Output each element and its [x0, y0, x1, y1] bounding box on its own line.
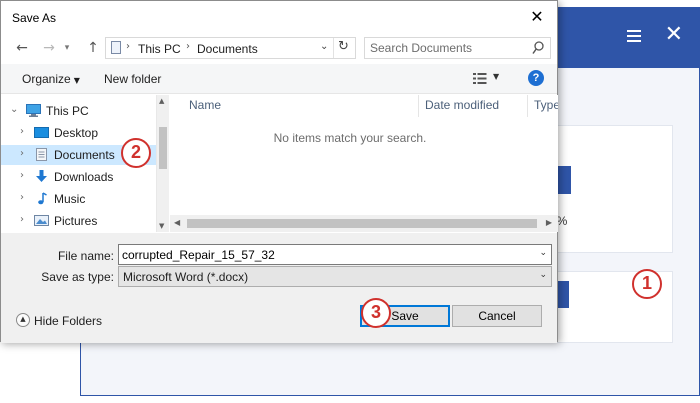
recent-locations-chevron-icon[interactable]: ▾ [60, 38, 74, 58]
cancel-button[interactable]: Cancel [452, 305, 542, 327]
chevron-right-icon[interactable]: › [20, 126, 24, 137]
organize-button[interactable]: Organize ▼ [22, 72, 80, 86]
search-box[interactable] [364, 37, 551, 59]
scrollbar-thumb[interactable] [159, 127, 167, 169]
view-options-icon[interactable] [473, 73, 487, 84]
scroll-right-icon[interactable]: ▶ [546, 218, 552, 227]
scroll-down-icon[interactable]: ▼ [159, 222, 164, 230]
documents-location-icon [111, 41, 121, 54]
step-marker-3: 3 [361, 298, 391, 328]
tree-item-label: Music [54, 192, 86, 206]
file-list-pane: ^ Name Date modified Type No items match… [170, 95, 558, 232]
column-headers: ^ Name Date modified Type [170, 95, 558, 117]
column-header-date-modified[interactable]: Date modified [425, 98, 499, 112]
breadcrumb-this-pc[interactable]: This PC [138, 42, 181, 56]
tree-item-label: Desktop [54, 126, 99, 140]
save-as-dialog: Save As ✕ ← → ▾ ↑ › This PC › Documents … [0, 0, 558, 343]
organize-label: Organize [22, 72, 71, 86]
tree-item-label: Downloads [54, 170, 114, 184]
chevron-down-icon[interactable]: ⌄ [320, 41, 328, 52]
music-icon [38, 192, 47, 205]
tree-item-this-pc[interactable]: ⌄ This PC [1, 101, 156, 121]
pictures-icon [34, 215, 49, 226]
column-divider[interactable] [418, 95, 419, 117]
search-icon[interactable] [532, 41, 544, 55]
chevron-down-icon[interactable]: ⌄ [539, 248, 547, 258]
chevron-right-icon[interactable]: › [20, 192, 24, 203]
scroll-up-icon[interactable]: ▲ [159, 97, 164, 105]
column-header-name[interactable]: Name [189, 98, 221, 112]
tree-item-label: Documents [54, 148, 115, 162]
close-icon[interactable]: ✕ [525, 5, 549, 29]
scroll-left-icon[interactable]: ◀ [174, 218, 180, 227]
chevron-down-icon[interactable]: ⌄ [10, 104, 18, 115]
save-as-type-value: Microsoft Word (*.docx) [123, 270, 249, 284]
documents-icon [36, 148, 47, 161]
empty-folder-message: No items match your search. [273, 131, 427, 145]
tree-item-downloads[interactable]: › Downloads [1, 167, 156, 187]
file-name-input[interactable] [122, 247, 522, 262]
chevron-up-icon[interactable]: ▲ [16, 313, 30, 327]
new-folder-button[interactable]: New folder [104, 72, 161, 86]
tree-item-music[interactable]: › Music [1, 189, 156, 209]
downloads-icon [36, 170, 47, 182]
horizontal-scrollbar[interactable]: ◀ ▶ [170, 215, 558, 232]
close-icon[interactable]: ✕ [665, 24, 683, 46]
refresh-icon[interactable]: ↻ [338, 39, 349, 54]
sort-caret-icon: ^ [296, 95, 304, 102]
column-divider[interactable] [527, 95, 528, 117]
save-form-area: File name: ⌄ Save as type: Microsoft Wor… [1, 233, 557, 343]
step-marker-2: 2 [121, 138, 151, 168]
navigation-scrollbar[interactable]: ▲ ▼ [156, 95, 169, 232]
help-icon[interactable]: ? [528, 70, 544, 86]
chevron-right-icon[interactable]: › [126, 41, 130, 52]
forward-arrow-icon[interactable]: → [39, 38, 59, 58]
search-input[interactable] [370, 40, 520, 56]
file-name-field[interactable]: ⌄ [118, 244, 552, 265]
save-as-type-select[interactable]: Microsoft Word (*.docx) ⌄ [118, 266, 552, 287]
navigation-bar: ← → ▾ ↑ › This PC › Documents ⌄ ↻ [1, 34, 557, 64]
scrollbar-thumb[interactable] [187, 219, 537, 228]
chevron-right-icon[interactable]: › [186, 41, 190, 52]
tree-item-label: Pictures [54, 214, 98, 228]
back-arrow-icon[interactable]: ← [12, 38, 32, 58]
chevron-right-icon[interactable]: › [20, 214, 24, 225]
dialog-title: Save As [12, 11, 57, 25]
column-header-type[interactable]: Type [534, 98, 558, 112]
chevron-right-icon[interactable]: › [20, 148, 24, 159]
dialog-titlebar[interactable]: Save As ✕ [1, 1, 557, 34]
chevron-right-icon[interactable]: › [20, 170, 24, 181]
file-name-label: File name: [57, 249, 114, 263]
computer-icon [26, 104, 41, 117]
address-bar[interactable]: › This PC › Documents ⌄ ↻ [105, 37, 356, 59]
hide-folders-label[interactable]: Hide Folders [34, 314, 102, 328]
hamburger-menu-icon[interactable] [627, 30, 641, 42]
tree-item-label: This PC [46, 104, 89, 118]
step-marker-1: 1 [632, 269, 662, 299]
caret-down-icon: ▼ [73, 76, 80, 85]
chevron-down-icon[interactable]: ⌄ [539, 270, 547, 280]
address-divider [333, 38, 334, 58]
save-as-type-label: Save as type: [41, 270, 114, 284]
desktop-icon [34, 127, 49, 138]
breadcrumb-documents[interactable]: Documents [197, 42, 258, 56]
up-arrow-icon[interactable]: ↑ [83, 38, 103, 58]
command-toolbar: Organize ▼ New folder ▼ ? [1, 64, 557, 94]
tree-item-pictures[interactable]: › Pictures [1, 211, 156, 231]
caret-down-icon[interactable]: ▼ [493, 72, 499, 81]
